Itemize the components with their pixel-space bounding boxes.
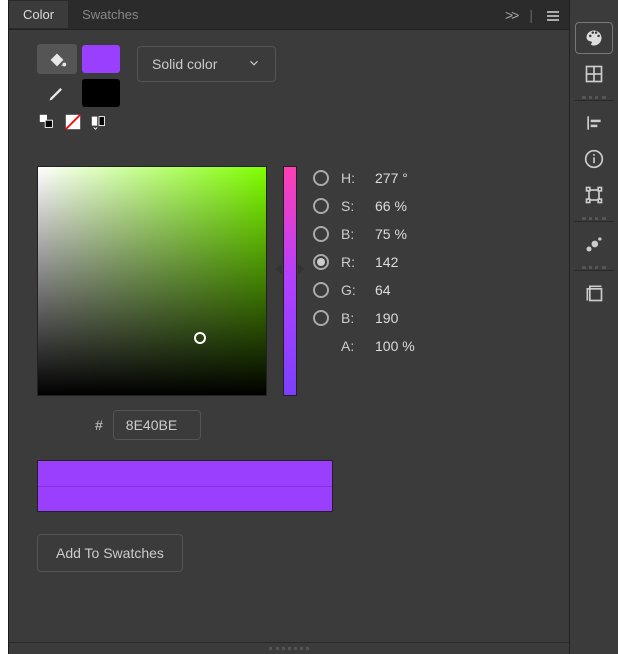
fill-type-label: Solid color [152, 56, 217, 72]
hue-handle-left[interactable] [275, 264, 282, 274]
radio-a-spacer [313, 338, 329, 354]
left-margin [0, 0, 9, 654]
foreground-swatch[interactable] [81, 44, 121, 74]
tab-color[interactable]: Color [9, 1, 68, 28]
none-color-icon[interactable] [63, 112, 83, 132]
value-a[interactable]: 100 % [375, 338, 425, 354]
label-b2: B: [341, 310, 363, 326]
dock-align-icon[interactable] [575, 107, 613, 139]
panel-body: Solid color H: 277 ° [9, 30, 569, 642]
radio-r[interactable] [313, 254, 329, 270]
sb-cursor[interactable] [194, 332, 206, 344]
value-s[interactable]: 66 % [375, 198, 425, 214]
value-g[interactable]: 64 [375, 282, 425, 298]
hue-slider[interactable] [283, 166, 297, 396]
collapse-panel-button[interactable]: >> [497, 7, 525, 23]
radio-b2[interactable] [313, 310, 329, 326]
dock-transform-icon[interactable] [575, 179, 613, 211]
saturation-brightness-field[interactable] [37, 166, 267, 396]
dock-separator [574, 270, 614, 271]
panel-resize-grip[interactable] [9, 642, 569, 654]
background-swatch[interactable] [81, 78, 121, 108]
value-r[interactable]: 142 [375, 254, 425, 270]
pencil-icon[interactable] [37, 78, 77, 108]
value-h[interactable]: 277 ° [375, 170, 425, 186]
dock-brushes-icon[interactable] [575, 228, 613, 260]
dock-separator [574, 100, 614, 101]
color-panel: Color Swatches >> | [9, 0, 569, 654]
color-preview [37, 460, 333, 512]
hue-handle-right[interactable] [298, 264, 305, 274]
dock-color-icon[interactable] [575, 22, 613, 54]
swap-colors-icon[interactable] [37, 112, 57, 132]
label-h: H: [341, 170, 363, 186]
bucket-fill-icon[interactable] [37, 44, 77, 74]
panel-menu-button[interactable] [537, 7, 569, 23]
label-r: R: [341, 254, 363, 270]
panel-tab-bar: Color Swatches >> | [9, 0, 569, 30]
radio-s[interactable] [313, 198, 329, 214]
dock-libraries-icon[interactable] [575, 277, 613, 309]
radio-h[interactable] [313, 170, 329, 186]
label-b: B: [341, 226, 363, 242]
right-dock [569, 0, 618, 654]
hex-input[interactable]: 8E40BE [113, 410, 201, 440]
dock-separator [574, 221, 614, 222]
color-readout: H: 277 ° S: 66 % B: 75 % R: 142 [313, 166, 425, 396]
fill-type-dropdown[interactable]: Solid color [137, 46, 276, 82]
label-s: S: [341, 198, 363, 214]
label-a: A: [341, 338, 363, 354]
label-g: G: [341, 282, 363, 298]
dock-info-icon[interactable] [575, 143, 613, 175]
default-colors-icon[interactable] [89, 112, 109, 132]
radio-b[interactable] [313, 226, 329, 242]
tab-swatches[interactable]: Swatches [68, 1, 152, 28]
hex-prefix: # [95, 417, 103, 433]
add-to-swatches-button[interactable]: Add To Swatches [37, 534, 183, 572]
chevron-down-icon [247, 56, 261, 73]
dock-swatches-icon[interactable] [575, 58, 613, 90]
radio-g[interactable] [313, 282, 329, 298]
value-b[interactable]: 75 % [375, 226, 425, 242]
value-b2[interactable]: 190 [375, 310, 425, 326]
